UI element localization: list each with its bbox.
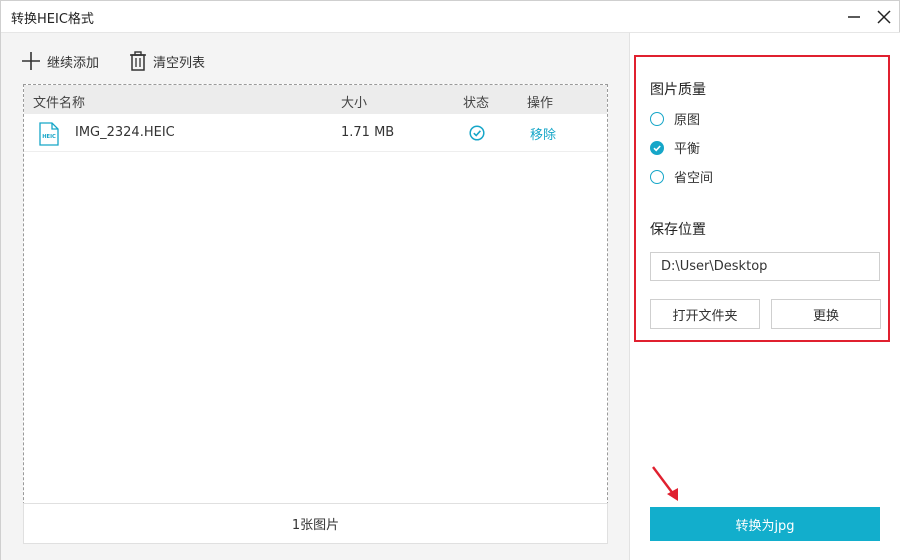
file-size: 1.71 MB (341, 125, 395, 140)
minimize-button[interactable] (843, 6, 865, 28)
quality-option-save-space[interactable]: 省空间 (650, 167, 713, 186)
file-table: 文件名称 大小 状态 操作 HEIC IMG_2324.HEIC 1.71 MB… (23, 84, 608, 535)
check-circle-icon (469, 125, 485, 141)
file-count-text: 1张图片 (291, 518, 340, 533)
plus-icon (22, 52, 40, 70)
add-files-button[interactable]: 继续添加 (21, 51, 99, 71)
checkmark-icon (653, 144, 661, 151)
window-title: 转换HEIC格式 (11, 12, 94, 27)
quality-option-original[interactable]: 原图 (650, 109, 700, 128)
heic-file-icon: HEIC (39, 122, 59, 146)
save-location-title: 保存位置 (650, 222, 706, 238)
file-icon-text: HEIC (42, 134, 56, 140)
table-row[interactable]: HEIC IMG_2324.HEIC 1.71 MB 移除 (24, 115, 607, 152)
header-size: 大小 (341, 96, 368, 111)
dialog-window: 转换HEIC格式 继续添加 清空列表 文件名称 大小 状态 操作 HEIC IM… (0, 0, 900, 560)
clear-list-label: 清空列表 (153, 55, 206, 71)
header-file-name: 文件名称 (33, 96, 86, 111)
quality-option-label: 平衡 (674, 142, 701, 157)
title-bar: 转换HEIC格式 (1, 1, 899, 32)
minimize-icon (848, 16, 860, 18)
radio-unchecked-icon (650, 169, 664, 184)
file-count-bar: 1张图片 (23, 503, 608, 544)
file-name: IMG_2324.HEIC (75, 125, 175, 140)
clear-list-button[interactable]: 清空列表 (129, 51, 205, 71)
save-path-field[interactable] (650, 252, 880, 281)
quality-option-balanced[interactable]: 平衡 (650, 138, 700, 157)
radio-unchecked-icon (650, 111, 664, 126)
quality-option-label: 原图 (674, 113, 701, 128)
add-files-label: 继续添加 (47, 55, 100, 71)
trash-icon (130, 51, 146, 71)
radio-checked-icon (650, 140, 664, 155)
quality-title: 图片质量 (650, 82, 706, 98)
settings-panel: 图片质量 原图 平衡 省空间 保存位置 打开文件夹 更换 转换为jp (629, 32, 900, 560)
quality-option-label: 省空间 (674, 171, 714, 186)
convert-to-jpg-button[interactable]: 转换为jpg (650, 507, 880, 541)
header-status: 状态 (463, 96, 490, 111)
change-path-button[interactable]: 更换 (771, 299, 881, 329)
header-action: 操作 (527, 96, 554, 111)
convert-label: 转换为jpg (735, 518, 795, 534)
change-path-label: 更换 (812, 308, 839, 324)
table-header: 文件名称 大小 状态 操作 (24, 85, 607, 114)
file-list-panel: 继续添加 清空列表 文件名称 大小 状态 操作 HEIC IMG_2324.HE… (1, 32, 629, 560)
open-folder-label: 打开文件夹 (672, 308, 738, 324)
open-folder-button[interactable]: 打开文件夹 (650, 299, 760, 329)
remove-file-link[interactable]: 移除 (530, 124, 556, 143)
red-arrow-icon (652, 466, 678, 501)
close-icon (877, 10, 891, 24)
close-button[interactable] (873, 6, 895, 28)
